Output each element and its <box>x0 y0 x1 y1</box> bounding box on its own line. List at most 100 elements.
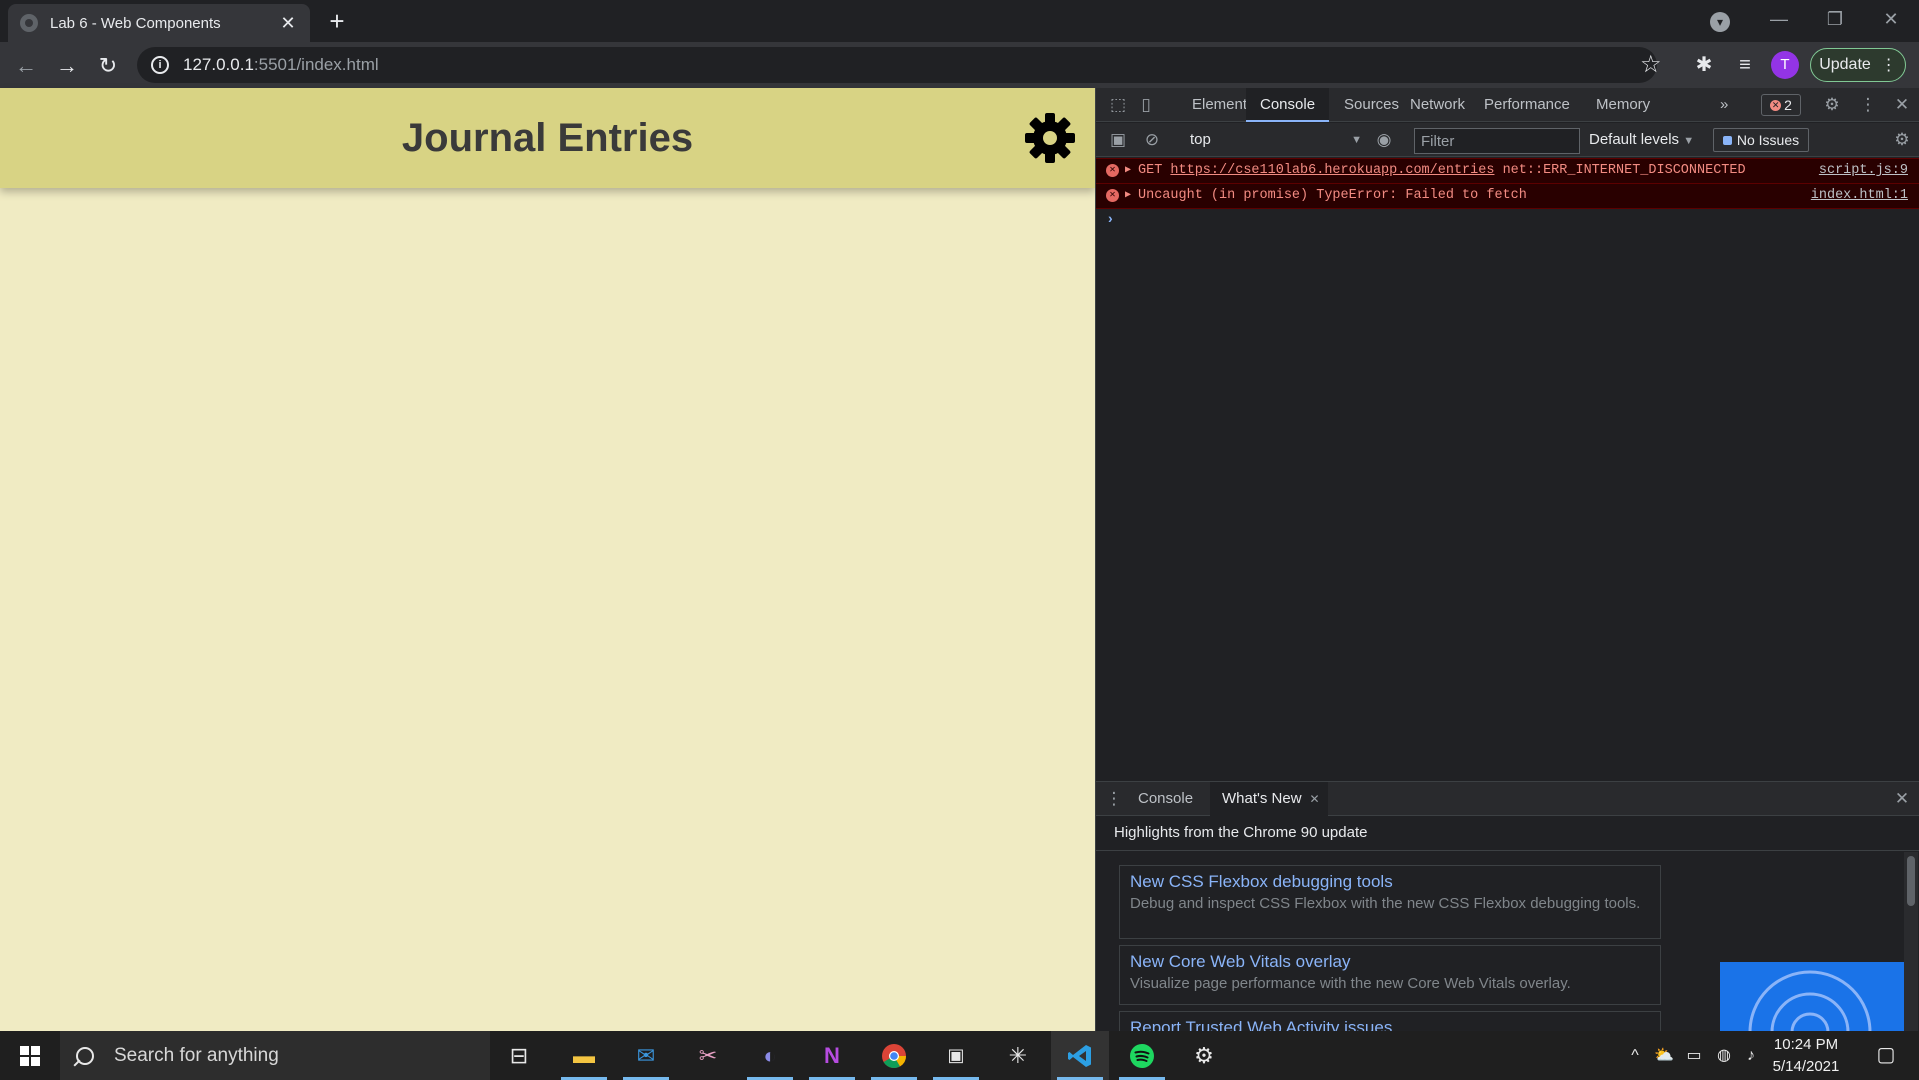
close-tab-icon[interactable]: ✕ <box>278 13 298 34</box>
issues-label: No Issues <box>1736 132 1800 148</box>
search-icon <box>76 1046 94 1065</box>
drawer-tab-console[interactable]: Console <box>1126 782 1205 816</box>
card-description: Debug and inspect CSS Flexbox with the n… <box>1130 895 1641 912</box>
dropdown-arrow-icon: ▼ <box>1683 135 1695 147</box>
message-url-link[interactable]: https://cse110lab6.herokuapp.com/entries <box>1170 163 1494 178</box>
battery-icon[interactable]: ▭ <box>1681 1031 1707 1080</box>
windows-start-icon[interactable] <box>0 1031 60 1080</box>
devtools-menu-icon[interactable]: ⋮ <box>1852 88 1884 122</box>
drawer-tabbar: ⋮ Console What's New ✕ ✕ <box>1096 782 1919 816</box>
address-bar[interactable]: i 127.0.0.1:5501/index.html <box>137 47 1657 83</box>
error-icon: ✕ <box>1106 164 1119 177</box>
console-message-text: Uncaught (in promise) TypeError: Failed … <box>1138 188 1527 203</box>
tab-console[interactable]: Console <box>1246 88 1330 122</box>
divider <box>1096 850 1919 851</box>
url-path: :5501/index.html <box>253 55 379 74</box>
minimize-icon[interactable]: — <box>1750 0 1808 38</box>
sidebar-toggle-icon[interactable]: ▣ <box>1102 123 1134 157</box>
tab-network[interactable]: Network <box>1396 88 1479 122</box>
task-view-icon[interactable]: ⊟ <box>490 1031 548 1080</box>
drawer-close-icon[interactable]: ✕ <box>1886 782 1918 816</box>
forward-arrow-icon[interactable]: → <box>51 50 83 82</box>
whats-new-card[interactable]: Report Trusted Web Activity issues <box>1119 1011 1661 1032</box>
devtools-close-icon[interactable]: ✕ <box>1886 88 1918 122</box>
dropdown-arrow-icon: ▼ <box>1351 134 1362 146</box>
drawer-tab-label: What's New <box>1222 790 1302 807</box>
whats-new-card[interactable]: New Core Web Vitals overlay Visualize pa… <box>1119 945 1661 1005</box>
browser-tab[interactable]: Lab 6 - Web Components ✕ <box>8 4 310 42</box>
clock-time: 10:24 PM <box>1773 1036 1839 1053</box>
discord-icon[interactable]: ◐ <box>741 1031 799 1080</box>
extensions-puzzle-icon[interactable]: ✱ <box>1689 50 1719 80</box>
tab-performance[interactable]: Performance <box>1470 88 1584 122</box>
kebab-menu-icon: ⋮ <box>1880 57 1897 74</box>
console-message-error[interactable]: ✕ ▶ GET https://cse110lab6.herokuapp.com… <box>1096 158 1919 184</box>
console-prompt-chevron-icon[interactable]: › <box>1108 210 1113 226</box>
whats-new-card[interactable]: New CSS Flexbox debugging tools Debug an… <box>1119 865 1661 939</box>
device-toolbar-icon[interactable]: ▯ <box>1130 88 1162 122</box>
error-count-badge[interactable]: ✕ 2 <box>1761 94 1801 116</box>
console-message-error[interactable]: ✕ ▶ Uncaught (in promise) TypeError: Fai… <box>1096 183 1919 209</box>
language-globe-icon[interactable]: ◍ <box>1711 1031 1737 1080</box>
log-levels-dropdown[interactable]: Default levels ▼ <box>1589 127 1694 153</box>
file-explorer-icon[interactable]: ▬ <box>555 1031 613 1080</box>
terminal-icon[interactable]: ▣ <box>927 1031 985 1080</box>
drawer-tab-whats-new[interactable]: What's New ✕ <box>1210 782 1328 816</box>
message-source-link[interactable]: index.html:1 <box>1811 184 1908 208</box>
context-select[interactable]: top ▼ <box>1184 127 1368 153</box>
devtools-drawer: ⋮ Console What's New ✕ ✕ Highlights from… <box>1096 781 1919 1032</box>
devtools-panel: ⬚ ▯ Elements Console Sources Network Per… <box>1095 88 1919 1032</box>
network-cloud-icon[interactable]: ⛅ <box>1651 1031 1677 1080</box>
onenote-icon[interactable]: N <box>803 1031 861 1080</box>
spotify-icon[interactable] <box>1113 1031 1171 1080</box>
filter-input[interactable] <box>1414 128 1580 154</box>
update-label: Update <box>1819 56 1871 73</box>
card-title-link[interactable]: Report Trusted Web Activity issues <box>1130 1018 1650 1031</box>
chrome-icon[interactable] <box>865 1031 923 1080</box>
devtools-tabbar: ⬚ ▯ Elements Console Sources Network Per… <box>1096 88 1919 122</box>
taskbar-search[interactable]: Search for anything <box>60 1031 490 1080</box>
tab-title: Lab 6 - Web Components <box>50 14 221 32</box>
message-suffix: net::ERR_INTERNET_DISCONNECTED <box>1494 163 1746 178</box>
system-clock[interactable]: 10:24 PM 5/14/2021 <box>1760 1031 1852 1080</box>
bookmark-star-icon[interactable]: ☆ <box>1640 50 1662 79</box>
clear-console-icon[interactable]: ⊘ <box>1136 123 1168 157</box>
tab-search-icon[interactable]: ▾ <box>1710 12 1730 32</box>
issues-button[interactable]: No Issues <box>1713 128 1809 152</box>
info-icon[interactable]: i <box>151 56 169 74</box>
vscode-icon[interactable] <box>1051 1031 1109 1080</box>
console-settings-icon[interactable]: ⚙ <box>1886 123 1918 157</box>
mail-icon[interactable]: ✉ <box>617 1031 675 1080</box>
close-tab-icon[interactable]: ✕ <box>1310 782 1320 816</box>
globe-icon <box>20 14 38 32</box>
card-title-link[interactable]: New CSS Flexbox debugging tools <box>1130 872 1650 892</box>
back-arrow-icon[interactable]: ← <box>10 50 42 82</box>
settings-gear-icon[interactable] <box>1024 112 1076 164</box>
reload-icon[interactable]: ↻ <box>92 50 124 82</box>
card-title-link[interactable]: New Core Web Vitals overlay <box>1130 952 1650 972</box>
more-tabs-icon[interactable]: » <box>1714 88 1734 122</box>
expand-triangle-icon[interactable]: ▶ <box>1125 159 1131 183</box>
page-title: Journal Entries <box>401 116 694 160</box>
show-hidden-icons-icon[interactable]: ^ <box>1623 1031 1647 1080</box>
volume-icon[interactable]: ♪ <box>1741 1031 1761 1080</box>
tab-memory[interactable]: Memory <box>1582 88 1664 122</box>
whats-new-heading: Highlights from the Chrome 90 update <box>1114 824 1368 841</box>
log-levels-label: Default levels <box>1589 131 1680 148</box>
slack-icon[interactable]: ✳ <box>989 1031 1047 1080</box>
snipping-tool-icon[interactable]: ✂ <box>679 1031 737 1080</box>
close-window-icon[interactable]: ✕ <box>1862 0 1919 38</box>
devtools-settings-icon[interactable]: ⚙ <box>1816 88 1848 122</box>
update-button[interactable]: Update ⋮ <box>1810 48 1906 82</box>
promo-video-thumbnail[interactable] <box>1720 962 1906 1032</box>
drawer-scrollbar[interactable] <box>1904 852 1918 1032</box>
expand-triangle-icon[interactable]: ▶ <box>1125 184 1131 208</box>
reading-list-icon[interactable]: ≡ <box>1730 50 1760 80</box>
notifications-icon[interactable]: ▢ <box>1866 1031 1906 1080</box>
live-expression-eye-icon[interactable]: ◉ <box>1368 123 1400 157</box>
message-source-link[interactable]: script.js:9 <box>1819 159 1908 183</box>
new-tab-button[interactable]: + <box>322 6 352 36</box>
profile-avatar[interactable]: T <box>1771 51 1799 79</box>
restore-icon[interactable]: ❐ <box>1806 0 1864 38</box>
windows-settings-icon[interactable]: ⚙ <box>1175 1031 1233 1080</box>
